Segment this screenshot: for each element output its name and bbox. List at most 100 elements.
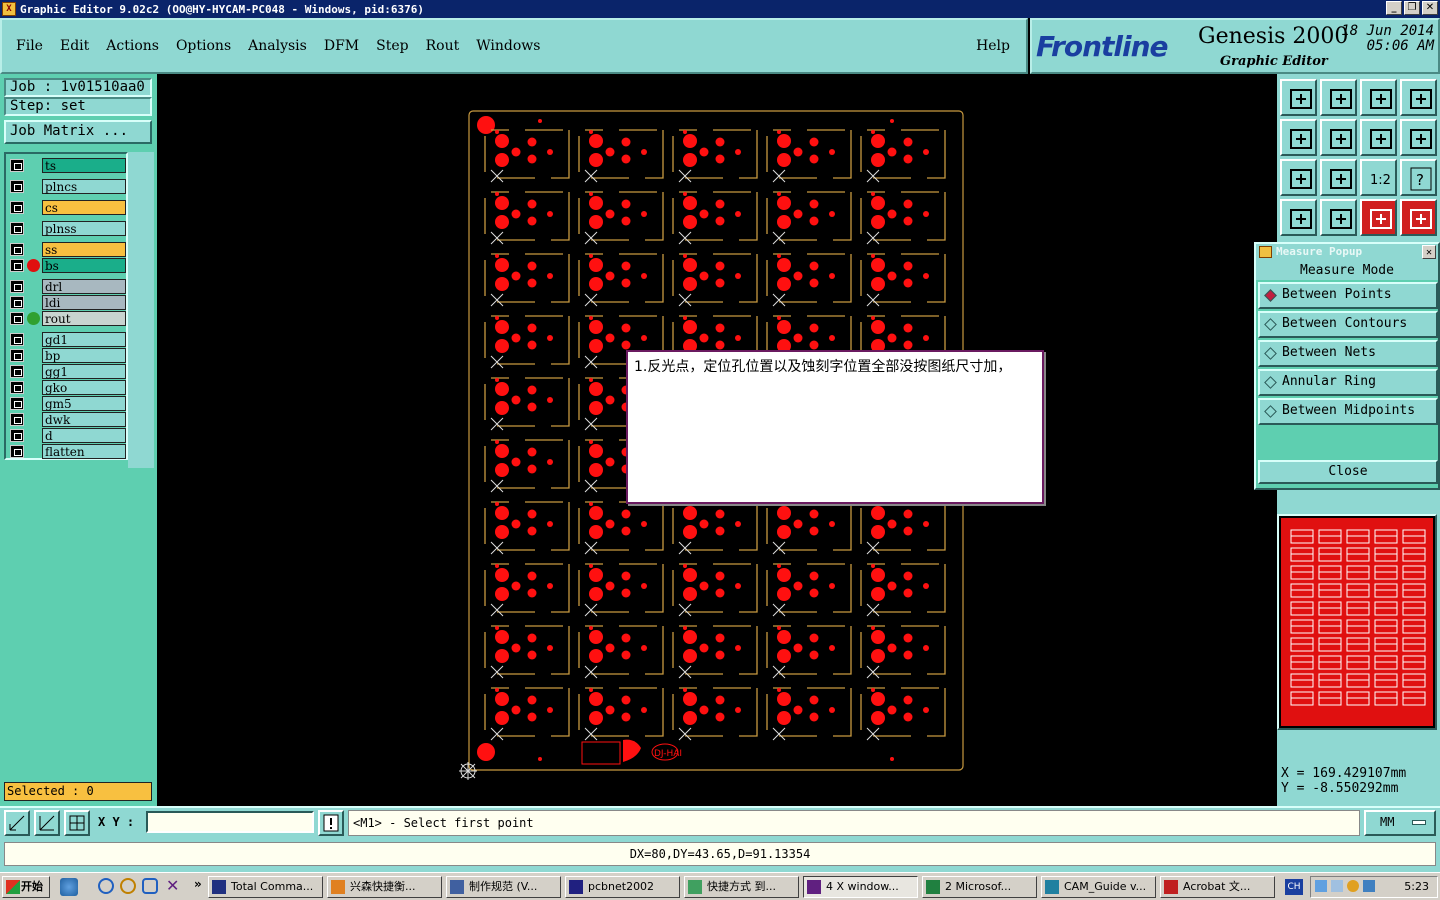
job-matrix-button[interactable]: Job Matrix ...: [4, 120, 152, 144]
unit-selector[interactable]: MM: [1364, 810, 1436, 836]
option-between-nets[interactable]: Between Nets: [1258, 340, 1438, 367]
layer-name[interactable]: cs: [42, 200, 126, 215]
layer-checkbox[interactable]: [10, 429, 24, 442]
export-tool-button[interactable]: [1280, 79, 1317, 116]
layer-checkbox[interactable]: [10, 365, 24, 378]
layer-name[interactable]: dwk: [42, 412, 126, 427]
layer-checkbox[interactable]: [10, 397, 24, 410]
layer-stack-tool-button[interactable]: [1360, 199, 1397, 236]
layer-name[interactable]: gd1: [42, 332, 126, 347]
layer-row-gd1[interactable]: gd1: [8, 332, 126, 347]
layer-name[interactable]: ts: [42, 158, 126, 173]
layer-checkbox[interactable]: [10, 280, 24, 293]
layer-checkbox[interactable]: [10, 333, 24, 346]
close-window-button[interactable]: ✕: [1422, 1, 1438, 15]
layer-name[interactable]: gm5: [42, 396, 126, 411]
mirror-tool-button[interactable]: [1360, 119, 1397, 156]
layer-checkbox[interactable]: [10, 180, 24, 193]
home-tool-button[interactable]: [1360, 79, 1397, 116]
layer-checkbox[interactable]: [10, 296, 24, 309]
layer-checkbox[interactable]: [10, 222, 24, 235]
layer-name[interactable]: ss: [42, 242, 126, 257]
note-popup[interactable]: 1.反光点，定位孔位置以及蚀刻字位置全部没按图纸尺寸加，: [626, 350, 1044, 504]
task-button[interactable]: 2 Microsof...: [922, 876, 1037, 898]
fit-tool-button[interactable]: [1280, 159, 1317, 196]
quick-launch-icon[interactable]: [60, 878, 78, 896]
overview-map[interactable]: [1277, 514, 1437, 730]
menu-rout[interactable]: Rout: [426, 38, 460, 54]
layer-row-dwk[interactable]: dwk: [8, 412, 126, 427]
layer-checkbox[interactable]: [10, 243, 24, 256]
menu-options[interactable]: Options: [176, 38, 231, 54]
layer-row-ts[interactable]: ts: [8, 158, 126, 173]
menu-help[interactable]: Help: [976, 38, 1010, 54]
xy-input[interactable]: [146, 811, 314, 833]
task-button[interactable]: 快捷方式 到...: [684, 876, 799, 898]
window-tool-button[interactable]: [1400, 79, 1437, 116]
clock-app-icon[interactable]: [120, 878, 136, 894]
alert-button[interactable]: [318, 810, 344, 836]
task-button[interactable]: 制作规范 (V...: [446, 876, 561, 898]
import-tool-button[interactable]: [1320, 79, 1357, 116]
measure-close-icon[interactable]: ✕: [1422, 245, 1436, 259]
layer-name[interactable]: flatten: [42, 444, 126, 459]
menu-dfm[interactable]: DFM: [324, 38, 359, 54]
scale-tool-button[interactable]: 1:2: [1360, 159, 1397, 196]
tray-icon[interactable]: [1331, 880, 1343, 892]
tray-icon[interactable]: [1315, 880, 1327, 892]
layer-name[interactable]: plnss: [42, 221, 126, 236]
center-tool-button[interactable]: [1320, 159, 1357, 196]
menu-file[interactable]: File: [16, 38, 43, 54]
task-button[interactable]: Acrobat 文...: [1160, 876, 1275, 898]
layer-row-gm5[interactable]: gm5: [8, 396, 126, 411]
tray-clock[interactable]: 5:23: [1404, 880, 1429, 893]
layer-row-plncs[interactable]: plncs: [8, 179, 126, 194]
layer-checkbox[interactable]: [10, 381, 24, 394]
menu-analysis[interactable]: Analysis: [248, 38, 307, 54]
layer-row-gg1[interactable]: gg1: [8, 364, 126, 379]
layer-name[interactable]: bs: [42, 258, 126, 273]
angle-button[interactable]: [34, 810, 60, 836]
layer-checkbox[interactable]: [10, 445, 24, 458]
task-button[interactable]: 4 X window...: [803, 876, 918, 898]
layer-row-d[interactable]: d: [8, 428, 126, 443]
layer-row-plnss[interactable]: plnss: [8, 221, 126, 236]
task-button[interactable]: pcbnet2002: [565, 876, 680, 898]
measure-close-button[interactable]: Close: [1258, 460, 1438, 484]
layer-name[interactable]: bp: [42, 348, 126, 363]
route-tool-button[interactable]: [1320, 199, 1357, 236]
right-tool-button[interactable]: [1320, 119, 1357, 156]
option-between-midpoints[interactable]: Between Midpoints: [1258, 398, 1438, 425]
help-tool-button[interactable]: ?: [1400, 159, 1437, 196]
tray-icon[interactable]: [1363, 880, 1375, 892]
tray-icon[interactable]: [1347, 880, 1359, 892]
layer-checkbox[interactable]: [10, 259, 24, 272]
chevron-icon[interactable]: »: [194, 877, 202, 891]
layer-row-bs[interactable]: bs: [8, 258, 126, 273]
layer-compare-tool-button[interactable]: [1400, 199, 1437, 236]
option-between-points[interactable]: Between Points: [1258, 282, 1438, 309]
layer-row-ss[interactable]: ss: [8, 242, 126, 257]
layer-checkbox[interactable]: [10, 413, 24, 426]
menu-actions[interactable]: Actions: [106, 38, 159, 54]
layer-scrollbar[interactable]: [128, 152, 154, 468]
tools-tool-button[interactable]: [1280, 199, 1317, 236]
layer-row-cs[interactable]: cs: [8, 200, 126, 215]
layer-row-flatten[interactable]: flatten: [8, 444, 126, 459]
layer-name[interactable]: plncs: [42, 179, 126, 194]
layer-name[interactable]: gko: [42, 380, 126, 395]
xwin-icon[interactable]: ✕: [166, 876, 179, 895]
layer-checkbox[interactable]: [10, 201, 24, 214]
flip-tool-button[interactable]: [1400, 119, 1437, 156]
layer-name[interactable]: rout: [42, 311, 126, 326]
left-tool-button[interactable]: [1280, 119, 1317, 156]
layer-row-drl[interactable]: drl: [8, 279, 126, 294]
menu-windows[interactable]: Windows: [476, 38, 540, 54]
menu-step[interactable]: Step: [376, 38, 408, 54]
layer-row-gko[interactable]: gko: [8, 380, 126, 395]
layer-checkbox[interactable]: [10, 159, 24, 172]
layer-name[interactable]: gg1: [42, 364, 126, 379]
minimize-button[interactable]: _: [1386, 1, 1402, 15]
grid-button[interactable]: [64, 810, 90, 836]
layer-row-ldi[interactable]: ldi: [8, 295, 126, 310]
